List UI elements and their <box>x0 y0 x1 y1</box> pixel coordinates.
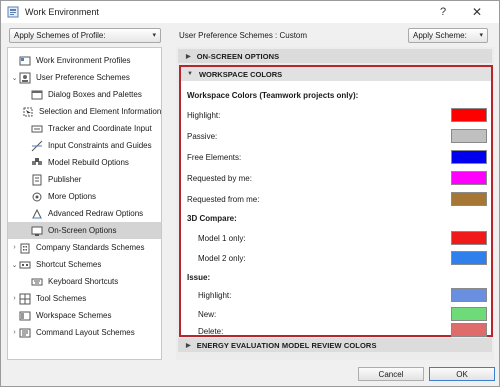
passive-label: Passive: <box>187 131 218 141</box>
apply-scheme-dropdown[interactable]: Apply Scheme: ▾ <box>408 28 488 43</box>
tree-item-advanced-redraw[interactable]: Advanced Redraw Options <box>8 205 161 222</box>
tree-item-keyboard-shortcuts[interactable]: Keyboard Shortcuts <box>8 273 161 290</box>
profiles-icon <box>19 55 31 67</box>
model2-color-swatch[interactable] <box>451 251 487 265</box>
command-icon <box>19 327 31 339</box>
tracker-icon <box>31 123 43 135</box>
chevron-right-icon[interactable]: › <box>10 295 19 302</box>
keyboard-icon <box>31 276 43 288</box>
tree-item-work-environment-profiles[interactable]: Work Environment Profiles <box>8 52 161 69</box>
issue-new-color-swatch[interactable] <box>451 307 487 321</box>
constraints-icon <box>31 140 43 152</box>
issue-delete-color-swatch[interactable] <box>451 323 487 337</box>
tree-item-model-rebuild[interactable]: Model Rebuild Options <box>8 154 161 171</box>
window-title: Work Environment <box>25 7 99 17</box>
chevron-right-icon[interactable]: › <box>10 244 19 251</box>
chevron-down-icon: ▾ <box>152 32 156 39</box>
title-bar: Work Environment ? ✕ <box>1 1 499 23</box>
issue-new-label: New: <box>198 309 217 319</box>
tree-item-workspace-schemes[interactable]: Workspace Schemes <box>8 307 161 324</box>
row-model2: Model 2 only: <box>187 250 487 266</box>
tree-item-dialog-boxes[interactable]: Dialog Boxes and Palettes <box>8 86 161 103</box>
requested-from-me-label: Requested from me: <box>187 194 260 204</box>
company-icon <box>19 242 31 254</box>
redraw-icon <box>31 208 43 220</box>
group-label-teamwork: Workspace Colors (Teamwork projects only… <box>187 90 359 100</box>
apply-profile-label: Apply Schemes of Profile: <box>14 31 106 40</box>
group-label-issue: Issue: <box>187 272 211 282</box>
tree-item-company-standards[interactable]: › Company Standards Schemes <box>8 239 161 256</box>
more-options-icon <box>31 191 43 203</box>
tree-item-selection-info[interactable]: Selection and Element Information <box>8 103 161 120</box>
shortcut-icon <box>19 259 31 271</box>
model1-label: Model 1 only: <box>198 233 246 243</box>
chevron-right-icon[interactable]: › <box>10 329 19 336</box>
highlight-label: Highlight: <box>187 110 221 120</box>
row-highlight: Highlight: <box>187 107 487 123</box>
model1-color-swatch[interactable] <box>451 231 487 245</box>
tree-item-tool-schemes[interactable]: › Tool Schemes <box>8 290 161 307</box>
row-issue-new: New: <box>187 306 487 322</box>
issue-highlight-label: Highlight: <box>198 290 232 300</box>
tree-item-more-options[interactable]: More Options <box>8 188 161 205</box>
requested-by-me-color-swatch[interactable] <box>451 171 487 185</box>
tool-icon <box>19 293 31 305</box>
tree-item-command-layout[interactable]: › Command Layout Schemes <box>8 324 161 341</box>
requested-from-me-color-swatch[interactable] <box>451 192 487 206</box>
close-button[interactable]: ✕ <box>465 4 489 20</box>
apply-scheme-label: Apply Scheme: <box>413 31 467 40</box>
chevron-down-icon[interactable]: ⌄ <box>10 74 19 82</box>
work-environment-dialog: Work Environment ? ✕ Apply Schemes of Pr… <box>0 0 500 387</box>
chevron-down-icon: ▼ <box>187 71 193 77</box>
scheme-status-label: User Preference Schemes : Custom <box>179 31 308 40</box>
workspace-icon <box>19 310 31 322</box>
row-requested-by-me: Requested by me: <box>187 170 487 186</box>
on-screen-options-header[interactable]: ▶ ON-SCREEN OPTIONS <box>178 49 492 63</box>
help-button[interactable]: ? <box>431 4 455 20</box>
row-issue-delete: Delete: <box>187 323 487 339</box>
row-issue-highlight: Highlight: <box>187 287 487 303</box>
tree-item-shortcut-schemes[interactable]: ⌄ Shortcut Schemes <box>8 256 161 273</box>
settings-content: ▶ ON-SCREEN OPTIONS ▼ WORKSPACE COLORS W… <box>176 47 494 360</box>
app-icon <box>7 6 19 18</box>
workspace-colors-panel: ▼ WORKSPACE COLORS Workspace Colors (Tea… <box>179 65 493 337</box>
publisher-icon <box>31 174 43 186</box>
tree-item-on-screen-options[interactable]: On-Screen Options <box>8 222 161 239</box>
tree-item-publisher[interactable]: Publisher <box>8 171 161 188</box>
energy-evaluation-header[interactable]: ▶ ENERGY EVALUATION MODEL REVIEW COLORS <box>178 338 492 352</box>
chevron-right-icon: ▶ <box>186 342 191 349</box>
free-elements-color-swatch[interactable] <box>451 150 487 164</box>
tree-item-input-constraints[interactable]: Input Constraints and Guides <box>8 137 161 154</box>
chevron-down-icon[interactable]: ⌄ <box>10 261 19 269</box>
free-elements-label: Free Elements: <box>187 152 242 162</box>
issue-delete-label: Delete: <box>198 326 224 336</box>
settings-tree: Work Environment Profiles ⌄ User Prefere… <box>7 47 162 360</box>
row-model1: Model 1 only: <box>187 230 487 246</box>
group-label-3d-compare: 3D Compare: <box>187 213 237 223</box>
row-free-elements: Free Elements: <box>187 149 487 165</box>
issue-highlight-color-swatch[interactable] <box>451 288 487 302</box>
requested-by-me-label: Requested by me: <box>187 173 252 183</box>
tree-item-user-preference-schemes[interactable]: ⌄ User Preference Schemes <box>8 69 161 86</box>
chevron-down-icon: ▾ <box>479 32 483 39</box>
row-passive: Passive: <box>187 128 487 144</box>
selection-icon <box>22 106 34 118</box>
chevron-right-icon: ▶ <box>186 53 191 60</box>
model2-label: Model 2 only: <box>198 253 246 263</box>
apply-profile-dropdown[interactable]: Apply Schemes of Profile: ▾ <box>9 28 161 43</box>
preferences-icon <box>19 72 31 84</box>
tree-item-tracker[interactable]: Tracker and Coordinate Input <box>8 120 161 137</box>
cancel-button[interactable]: Cancel <box>358 367 424 381</box>
ok-button[interactable]: OK <box>429 367 495 381</box>
top-toolbar: Apply Schemes of Profile: ▾ User Prefere… <box>1 23 499 47</box>
passive-color-swatch[interactable] <box>451 129 487 143</box>
workspace-colors-header[interactable]: ▼ WORKSPACE COLORS <box>181 67 491 81</box>
dialog-buttons: Cancel OK <box>1 361 499 386</box>
dialog-icon <box>31 89 43 101</box>
row-requested-from-me: Requested from me: <box>187 191 487 207</box>
rebuild-icon <box>31 157 43 169</box>
onscreen-icon <box>31 225 43 237</box>
highlight-color-swatch[interactable] <box>451 108 487 122</box>
